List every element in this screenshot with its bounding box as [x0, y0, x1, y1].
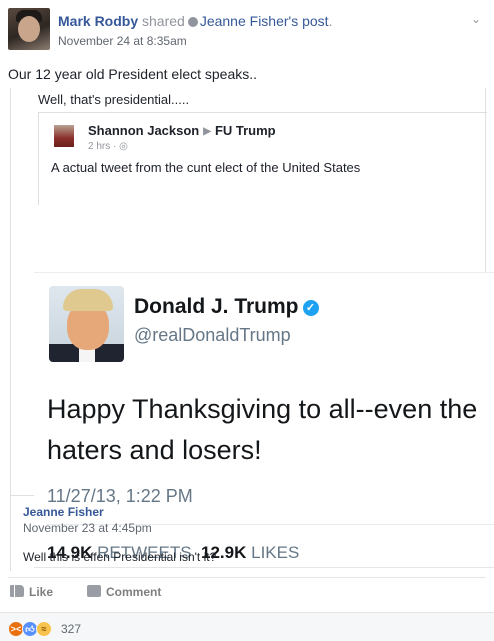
shared-caption: Well, that's presidential.....	[38, 92, 190, 107]
avatar-face	[18, 16, 40, 42]
author-avatar[interactable]	[8, 8, 50, 50]
actions-divider	[8, 577, 486, 578]
haha-icon: ≈	[36, 621, 52, 637]
inner-post-meta: 2 hrs · ◎	[88, 141, 128, 152]
inner-target-page[interactable]: FU Trump	[215, 123, 276, 138]
tweet-text: Happy Thanksgiving to all--even the hate…	[47, 394, 478, 465]
reactions-bar[interactable]: >< 👍︎ ≈ 327	[0, 612, 494, 641]
shared-comment: Jeanne Fisher November 23 at 4:45pm Well…	[10, 496, 486, 571]
like-button[interactable]: Like	[10, 585, 53, 599]
post-actions: Like Comment	[8, 582, 486, 606]
inner-shared-post: Shannon Jackson ▶ FU Trump 2 hrs · ◎ A act…	[38, 112, 487, 205]
comment-bubble-icon	[87, 585, 101, 597]
author-name[interactable]: Mark Rodby	[58, 13, 138, 29]
tweet-author-name: Donald J. Trump ✓	[134, 295, 319, 319]
comment-text: Well this is effen Presidential isn't it…	[23, 550, 217, 564]
globe-icon	[187, 17, 198, 27]
share-action-text: shared	[142, 13, 185, 29]
comment-date[interactable]: November 23 at 4:45pm	[23, 521, 152, 535]
inner-author-avatar[interactable]	[54, 125, 74, 147]
inner-post-text: A actual tweet from the cunt elect of th…	[51, 160, 361, 175]
triangle-right-icon: ▶	[203, 126, 211, 137]
post-status-text: Our 12 year old President elect speaks..	[8, 66, 258, 82]
original-author-link[interactable]: Jeanne Fisher's	[200, 13, 298, 29]
shared-post[interactable]: Well, that's presidential..... Shannon J…	[10, 88, 494, 568]
post-header: Mark Rodby shared Jeanne Fisher's post. N…	[8, 8, 488, 52]
thumbs-up-icon	[10, 585, 24, 597]
chevron-down-icon[interactable]: ⌄	[468, 12, 484, 26]
comment-author[interactable]: Jeanne Fisher	[23, 505, 104, 519]
post-timestamp[interactable]: November 24 at 8:35am	[58, 34, 187, 48]
reaction-count[interactable]: 327	[61, 622, 81, 636]
verified-badge-icon: ✓	[302, 300, 319, 316]
inner-author-line: Shannon Jackson ▶ FU Trump	[88, 123, 276, 138]
comment-button[interactable]: Comment	[87, 585, 161, 599]
post-header-line: Mark Rodby shared Jeanne Fisher's post.	[58, 13, 333, 29]
inner-author-name[interactable]: Shannon Jackson	[88, 123, 199, 138]
original-post-link[interactable]: post	[302, 13, 328, 29]
globe-icon: ◎	[119, 141, 128, 152]
tweet-avatar	[49, 286, 124, 362]
tweet-handle: @realDonaldTrump	[134, 325, 291, 345]
